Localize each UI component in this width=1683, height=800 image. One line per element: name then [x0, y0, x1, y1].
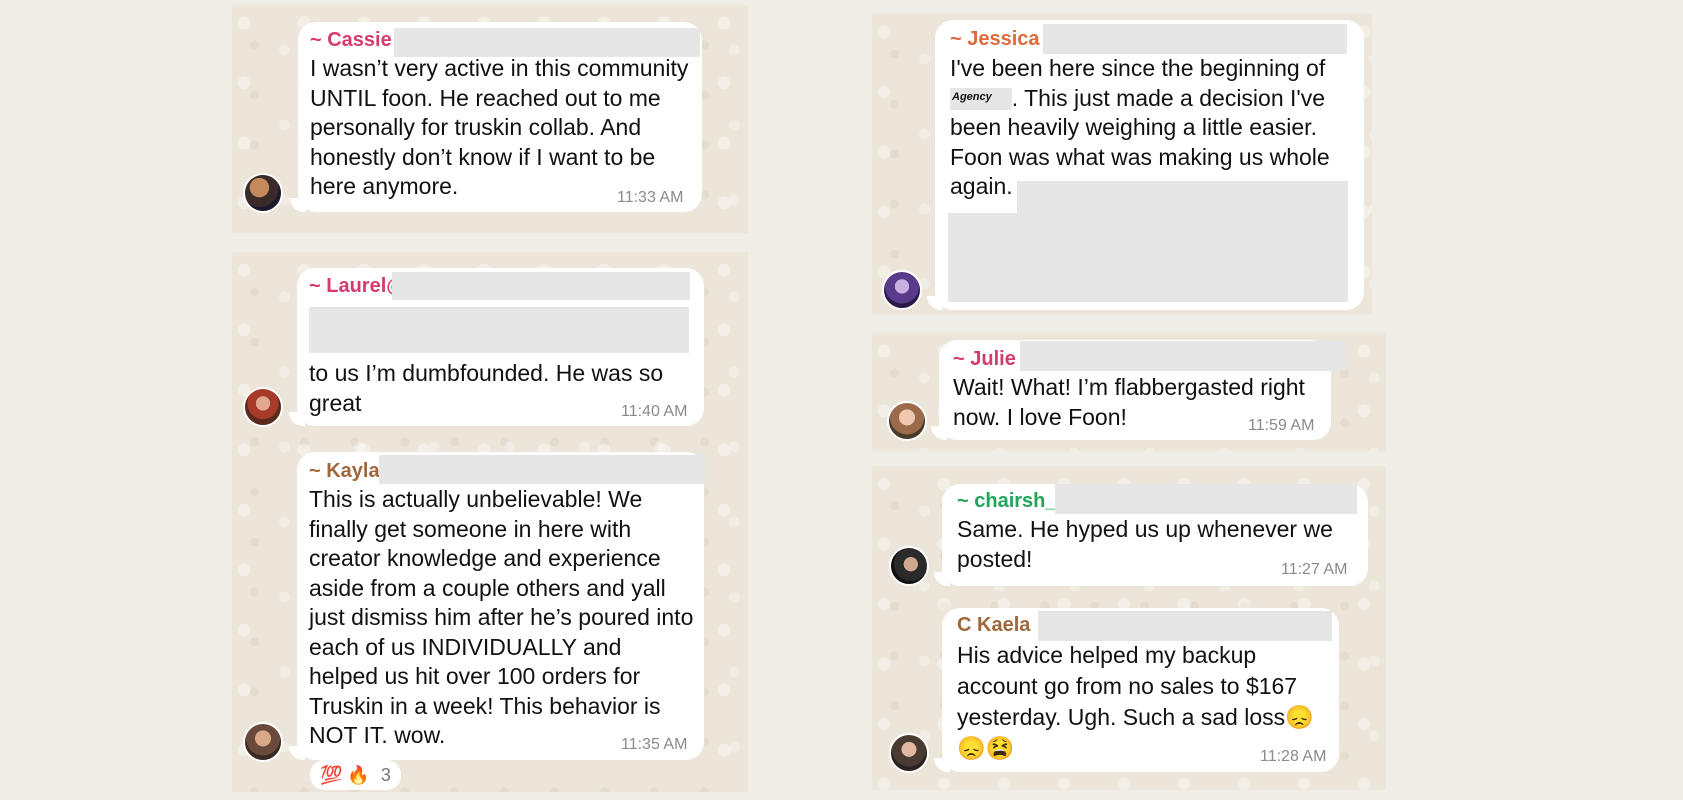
message-time-ckaela: 11:28 AM	[1260, 748, 1327, 765]
sender-name-chairsh[interactable]: ~ chairsh_	[957, 490, 1057, 513]
message-text-ckaela: His advice helped my backup account go f…	[957, 642, 1314, 761]
reaction-emojis: 💯 🔥	[320, 765, 370, 785]
message-time-kayla: 11:35 AM	[621, 736, 688, 753]
avatar-laurel[interactable]	[243, 387, 283, 427]
agency-tag: Agency	[950, 88, 1012, 111]
reaction-count: 3	[380, 765, 391, 785]
redacted-phone	[1043, 24, 1347, 54]
message-text-kayla: This is actually unbelievable! We finall…	[309, 486, 694, 748]
sender-name-julie[interactable]: ~ Julie	[953, 348, 1016, 371]
avatar-julie[interactable]	[887, 401, 927, 441]
avatar-kayla[interactable]	[243, 722, 283, 762]
redacted-phone	[1020, 341, 1346, 371]
message-text-cassie: I wasn’t very active in this community U…	[310, 55, 689, 199]
sender-name-jessica[interactable]: ~ Jessica	[950, 28, 1040, 51]
avatar-chairsh[interactable]	[889, 546, 929, 586]
message-text-jessica: I've been here since the beginning of Ag…	[950, 54, 1350, 202]
redacted-phone	[1055, 484, 1357, 514]
redacted-phone	[379, 455, 705, 484]
redacted-message-text	[309, 307, 689, 353]
message-time-julie: 11:59 AM	[1248, 417, 1315, 434]
avatar-ckaela[interactable]	[889, 733, 929, 773]
sender-name-cassie[interactable]: ~ Cassie	[310, 29, 392, 52]
sender-name-ckaela[interactable]: C Kaela	[957, 614, 1030, 637]
message-time-chairsh: 11:27 AM	[1281, 561, 1348, 578]
redacted-phone	[392, 272, 690, 300]
avatar-jessica[interactable]	[882, 270, 922, 310]
redacted-attachment	[948, 213, 1348, 302]
sender-name-kayla[interactable]: ~ Kayla	[309, 460, 380, 483]
message-time-laurel: 11:40 AM	[621, 403, 688, 420]
redacted-phone	[1038, 611, 1332, 641]
message-text-jessica-start: I've been here since the beginning of	[950, 55, 1326, 81]
reactions-kayla[interactable]: 💯 🔥 3	[310, 760, 401, 790]
redacted-phone	[394, 28, 700, 57]
redacted-message-text	[1017, 181, 1348, 213]
message-time-cassie: 11:33 AM	[617, 189, 684, 206]
avatar-cassie[interactable]	[243, 173, 283, 213]
